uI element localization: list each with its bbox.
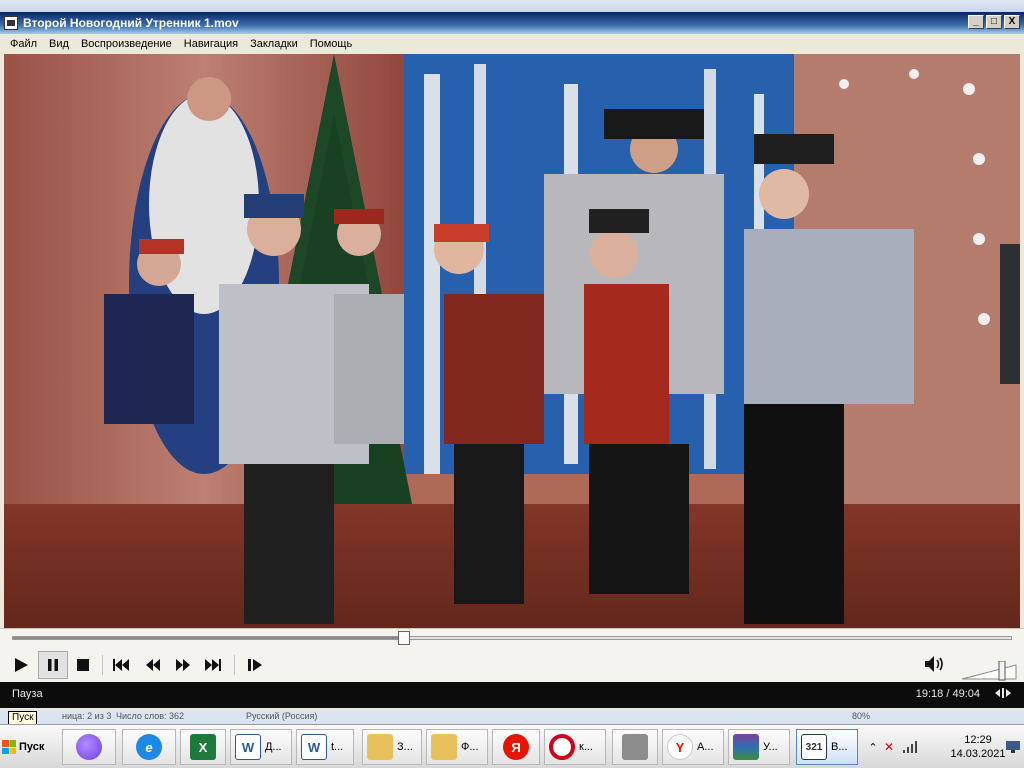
- taskbar-button-winrar[interactable]: У...: [728, 729, 790, 765]
- seek-bar[interactable]: [12, 631, 1012, 645]
- excel-taskbar-button[interactable]: X: [180, 729, 226, 765]
- playback-controls: [0, 628, 1024, 683]
- taskbar-label: t...: [331, 741, 344, 753]
- fast-forward-button[interactable]: [168, 651, 198, 679]
- playback-state: Пауза: [12, 688, 43, 700]
- folder-icon: [367, 734, 393, 760]
- yandex-browser-icon: Y: [667, 734, 693, 760]
- taskbar-label: к...: [579, 741, 593, 753]
- fullscreen-icon[interactable]: [994, 686, 1012, 703]
- skip-back-icon: [113, 659, 129, 671]
- start-button[interactable]: Пуск: [2, 733, 52, 761]
- menu-navigation[interactable]: Навигация: [178, 38, 244, 50]
- word-word-count: Число слов: 362: [116, 711, 185, 721]
- seek-handle[interactable]: [398, 631, 410, 645]
- word-icon: W: [235, 734, 261, 760]
- pause-icon: [48, 659, 58, 671]
- taskbar-label: A...: [697, 741, 714, 753]
- word-page-count: ница: 2 из 3: [62, 711, 112, 721]
- taskbar-button-yandex-browser[interactable]: Y A...: [662, 729, 724, 765]
- alice-taskbar-button[interactable]: [62, 729, 116, 765]
- volume-slider[interactable]: [961, 660, 1018, 681]
- frame-step-icon: [248, 659, 262, 671]
- taskbar-button-opera[interactable]: к...: [544, 729, 606, 765]
- word-language: Русский (Россия): [246, 711, 318, 721]
- clapperboard-icon: [4, 16, 18, 30]
- close-button[interactable]: X: [1004, 15, 1020, 29]
- excel-icon: X: [190, 734, 216, 760]
- play-button[interactable]: [6, 651, 36, 679]
- minimize-button[interactable]: _: [968, 15, 984, 29]
- next-button[interactable]: [198, 651, 228, 679]
- volume-button[interactable]: [924, 655, 946, 678]
- menu-file[interactable]: Файл: [4, 38, 43, 50]
- monitor-icon[interactable]: [1006, 741, 1020, 753]
- alice-icon: [76, 734, 102, 760]
- frame-step-button[interactable]: [240, 651, 270, 679]
- window-title: Второй Новогодний Утренник 1.mov: [23, 16, 239, 30]
- rewind-icon: [146, 659, 160, 671]
- winrar-icon: [733, 734, 759, 760]
- time-readout: 19:18 / 49:04: [915, 688, 980, 700]
- maximize-button[interactable]: □: [986, 15, 1002, 29]
- word-status-bar-fragment: ница: 2 из 3 Число слов: 362 Русский (Ро…: [0, 710, 1024, 724]
- word-zoom: 80%: [852, 711, 871, 721]
- pause-button[interactable]: [38, 651, 68, 679]
- fast-forward-icon: [176, 659, 190, 671]
- previous-button[interactable]: [106, 651, 136, 679]
- signal-icon[interactable]: [902, 740, 918, 754]
- ie-icon: e: [136, 734, 162, 760]
- folder-icon: [431, 734, 457, 760]
- menu-bookmarks[interactable]: Закладки: [244, 38, 304, 50]
- ie-taskbar-button[interactable]: e: [122, 729, 176, 765]
- menu-bar: Файл Вид Воспроизведение Навигация Закла…: [0, 34, 1024, 54]
- media-player-window: Второй Новогодний Утренник 1.mov _ □ X Ф…: [0, 12, 1024, 710]
- taskbar-label: Ф...: [461, 741, 479, 753]
- windows-logo-icon: [2, 740, 16, 754]
- speaker-icon: [925, 656, 943, 672]
- start-tooltip: Пуск: [8, 711, 38, 725]
- taskbar-button-folder-1[interactable]: З...: [362, 729, 422, 765]
- video-picture: [4, 54, 1020, 628]
- media-player-icon: 321: [801, 734, 827, 760]
- stop-button[interactable]: [68, 651, 98, 679]
- menu-view[interactable]: Вид: [43, 38, 75, 50]
- word-icon: W: [301, 734, 327, 760]
- system-tray: ⌃ ✕ 12:29 14.03.2021: [866, 729, 1022, 765]
- skip-forward-icon: [205, 659, 221, 671]
- menu-help[interactable]: Помощь: [304, 38, 359, 50]
- printer-icon: [622, 734, 648, 760]
- taskbar-label: З...: [397, 741, 413, 753]
- rewind-button[interactable]: [138, 651, 168, 679]
- show-hidden-icon[interactable]: ⌃: [866, 741, 880, 754]
- seek-progress: [13, 637, 404, 639]
- start-label: Пуск: [19, 741, 45, 753]
- stop-icon: [77, 659, 89, 671]
- taskbar-label: У...: [763, 741, 778, 753]
- yandex-taskbar-button[interactable]: Я: [492, 729, 540, 765]
- status-bar: Пауза 19:18 / 49:04: [0, 682, 1024, 708]
- yandex-icon: Я: [503, 734, 529, 760]
- printer-taskbar-button[interactable]: [612, 729, 658, 765]
- video-frame[interactable]: [4, 54, 1020, 628]
- play-icon: [15, 658, 28, 672]
- taskbar-button-media-player[interactable]: 321 В...: [796, 729, 858, 765]
- taskbar-button-folder-2[interactable]: Ф...: [426, 729, 488, 765]
- taskbar: Пуск e X W Д... W t... З... Ф... Я к... …: [0, 724, 1024, 768]
- control-separator: [234, 655, 235, 675]
- taskbar-label: Д...: [265, 741, 282, 753]
- taskbar-button-word-2[interactable]: W t...: [296, 729, 354, 765]
- control-separator: [102, 655, 103, 675]
- volume-wedge: [961, 660, 1017, 681]
- opera-icon: [549, 734, 575, 760]
- menu-playback[interactable]: Воспроизведение: [75, 38, 178, 50]
- taskbar-label: В...: [831, 741, 848, 753]
- title-bar[interactable]: Второй Новогодний Утренник 1.mov _ □ X: [0, 12, 1024, 34]
- volume-muted-icon[interactable]: ✕: [884, 740, 900, 754]
- taskbar-button-word-1[interactable]: W Д...: [230, 729, 292, 765]
